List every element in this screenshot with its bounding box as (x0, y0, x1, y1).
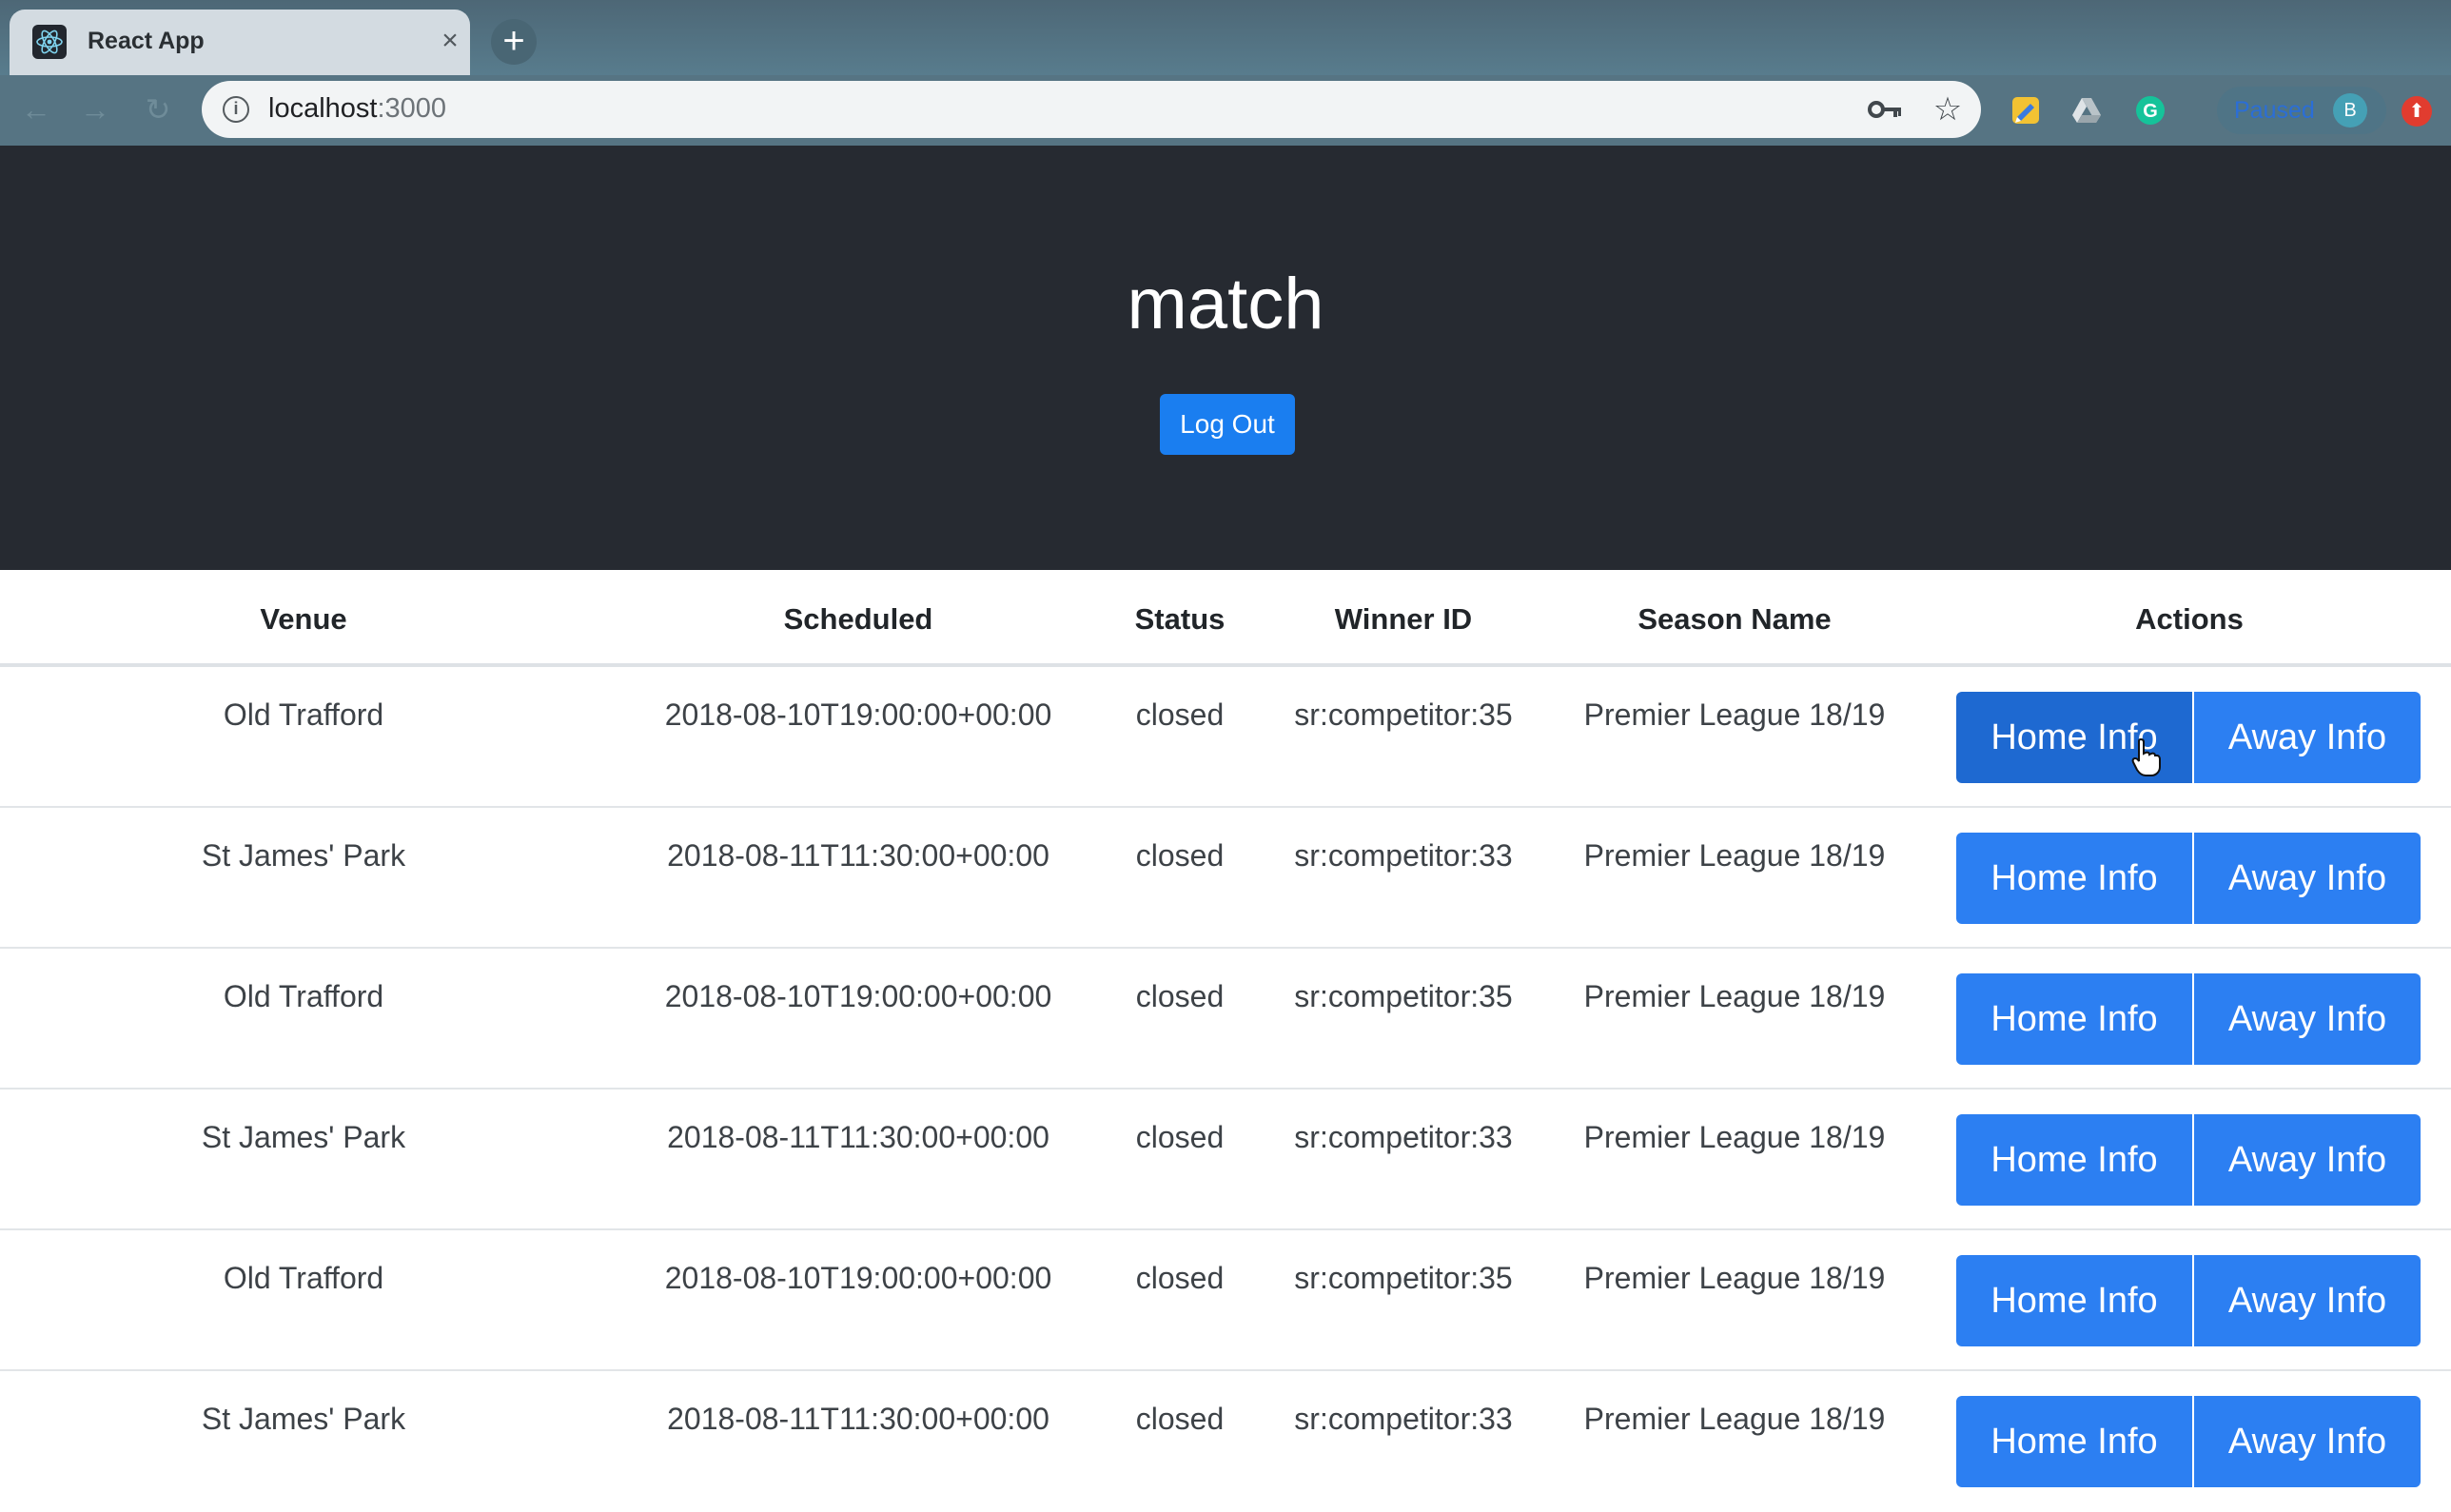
react-logo-icon (32, 25, 67, 59)
cell-venue: St James' Park (201, 1402, 406, 1436)
address-bar[interactable]: i localhost:3000 ☆ (202, 81, 1981, 138)
svg-text:G: G (2143, 101, 2158, 122)
home-info-button[interactable]: Home Info (1956, 1396, 2192, 1487)
home-info-button[interactable]: Home Info (1956, 973, 2192, 1065)
cell-scheduled: 2018-08-10T19:00:00+00:00 (664, 697, 1052, 732)
url-host: localhost (268, 93, 378, 124)
google-drive-icon[interactable] (2070, 94, 2103, 127)
new-tab-button[interactable]: + (491, 19, 537, 65)
browser-tab[interactable]: React App × (10, 10, 470, 75)
avatar: B (2333, 93, 2367, 128)
cell-winner-id: sr:competitor:35 (1294, 979, 1513, 1013)
cell-scheduled: 2018-08-11T11:30:00+00:00 (667, 1402, 1049, 1436)
cell-scheduled: 2018-08-10T19:00:00+00:00 (664, 979, 1052, 1013)
cell-season-name: Premier League 18/19 (1583, 697, 1886, 732)
url-port: :3000 (377, 93, 447, 124)
hand-pointer-icon (2131, 737, 2161, 776)
key-icon[interactable] (1867, 94, 1905, 125)
cell-winner-id: sr:competitor:35 (1294, 697, 1513, 732)
reload-icon[interactable]: ↻ (139, 90, 177, 128)
cell-venue: Old Trafford (223, 1261, 384, 1295)
cell-winner-id: sr:competitor:35 (1294, 1261, 1513, 1295)
page-title: match (1127, 264, 1324, 344)
table-row: Old Trafford 2018-08-10T19:00:00+00:00 c… (0, 667, 2451, 808)
home-info-button[interactable]: Home Info (1956, 1255, 2192, 1346)
cell-status: closed (1135, 1261, 1225, 1295)
cell-status: closed (1135, 1402, 1225, 1436)
cell-status: closed (1135, 1120, 1225, 1154)
site-info-icon[interactable]: i (223, 96, 249, 123)
tab-title: React App (88, 28, 205, 54)
bookmark-star-icon[interactable]: ☆ (1929, 90, 1967, 128)
browser-toolbar: ← → ↻ i localhost:3000 ☆ G Paused B ⬆ (0, 75, 2451, 146)
cell-scheduled: 2018-08-11T11:30:00+00:00 (667, 838, 1049, 873)
away-info-button[interactable]: Away Info (2194, 1114, 2421, 1206)
cell-scheduled: 2018-08-11T11:30:00+00:00 (667, 1120, 1049, 1154)
table-row: St James' Park 2018-08-11T11:30:00+00:00… (0, 1371, 2451, 1512)
away-info-button[interactable]: Away Info (2194, 1255, 2421, 1346)
table-header: Venue Scheduled Status Winner ID Season … (0, 570, 2451, 667)
update-arrow-icon[interactable]: ⬆ (2402, 96, 2432, 127)
home-info-button[interactable]: Home Info (1956, 1114, 2192, 1206)
table-row: Old Trafford 2018-08-10T19:00:00+00:00 c… (0, 949, 2451, 1090)
url-text[interactable]: localhost:3000 (268, 93, 446, 125)
profile-button[interactable]: Paused B (2217, 87, 2386, 134)
column-header-season-name: Season Name (1637, 602, 1832, 636)
grammarly-icon[interactable]: G (2134, 94, 2167, 127)
cell-status: closed (1135, 838, 1225, 873)
back-arrow-icon[interactable]: ← (17, 90, 55, 128)
cell-status: closed (1135, 979, 1225, 1013)
cell-season-name: Premier League 18/19 (1583, 1120, 1886, 1154)
cell-venue: Old Trafford (223, 979, 384, 1013)
cell-venue: St James' Park (201, 1120, 406, 1154)
cell-venue: Old Trafford (223, 697, 384, 732)
cell-season-name: Premier League 18/19 (1583, 838, 1886, 873)
extension-pencil-icon[interactable] (2010, 94, 2042, 127)
table-row: Old Trafford 2018-08-10T19:00:00+00:00 c… (0, 1230, 2451, 1371)
cell-winner-id: sr:competitor:33 (1294, 1402, 1513, 1436)
cell-winner-id: sr:competitor:33 (1294, 1120, 1513, 1154)
away-info-button[interactable]: Away Info (2194, 833, 2421, 924)
cell-season-name: Premier League 18/19 (1583, 979, 1886, 1013)
away-info-button[interactable]: Away Info (2194, 1396, 2421, 1487)
away-info-button[interactable]: Away Info (2194, 973, 2421, 1065)
close-tab-icon[interactable]: × (434, 25, 466, 57)
cell-season-name: Premier League 18/19 (1583, 1261, 1886, 1295)
cell-scheduled: 2018-08-10T19:00:00+00:00 (664, 1261, 1052, 1295)
browser-tabstrip: React App × + (0, 0, 2451, 75)
cell-status: closed (1135, 697, 1225, 732)
cell-venue: St James' Park (201, 838, 406, 873)
table-row: St James' Park 2018-08-11T11:30:00+00:00… (0, 1090, 2451, 1230)
app-header: match Log Out (0, 146, 2451, 570)
column-header-winner-id: Winner ID (1334, 602, 1473, 636)
logout-button[interactable]: Log Out (1160, 394, 1295, 455)
table-row: St James' Park 2018-08-11T11:30:00+00:00… (0, 808, 2451, 949)
away-info-button[interactable]: Away Info (2194, 692, 2421, 783)
cell-season-name: Premier League 18/19 (1583, 1402, 1886, 1436)
forward-arrow-icon[interactable]: → (76, 90, 114, 128)
column-header-actions: Actions (2135, 602, 2244, 636)
column-header-scheduled: Scheduled (783, 602, 933, 636)
column-header-venue: Venue (260, 602, 347, 636)
home-info-button[interactable]: Home Info (1956, 833, 2192, 924)
cell-winner-id: sr:competitor:33 (1294, 838, 1513, 873)
profile-status: Paused (2234, 97, 2315, 124)
column-header-status: Status (1134, 602, 1226, 636)
